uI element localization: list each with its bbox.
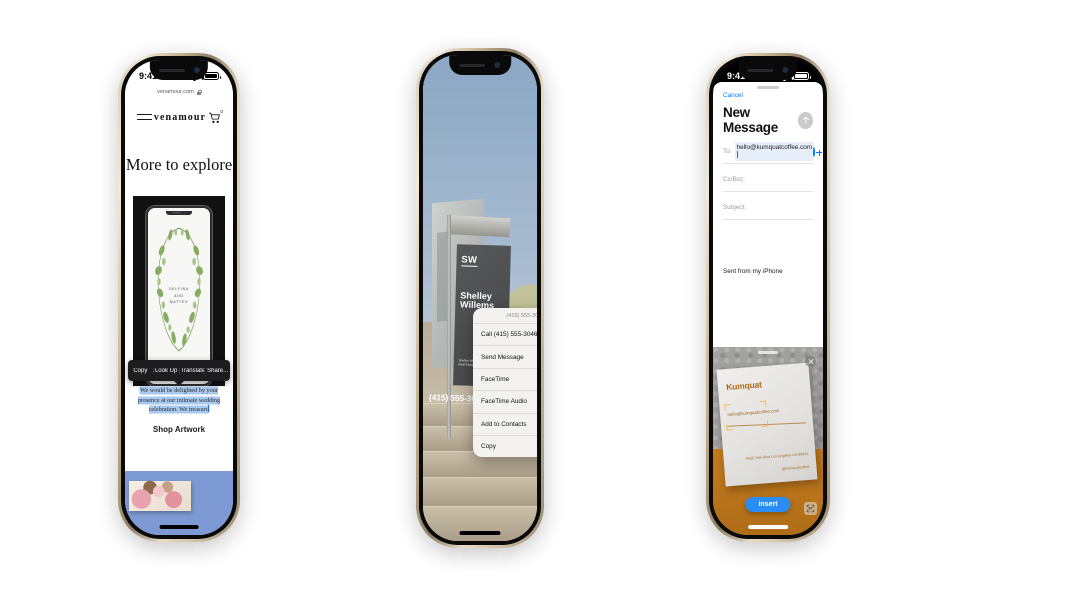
sign-arm [446,215,511,239]
selection-caret[interactable] [208,405,210,413]
phone3-screen: 9:41 Cancel New Message To: hello@kumqua… [713,60,823,535]
notch [149,60,209,80]
menu-item-add-to-contacts[interactable]: Add to Contacts [473,414,537,436]
subject-field-row[interactable]: Subject: [723,196,813,220]
speaker-grille [747,68,774,72]
scan-brackets [723,400,768,430]
document-scan-pane[interactable]: Kumquat hello@kumquatcoffee.com 4936 Yor… [713,347,823,535]
home-indicator[interactable] [748,525,788,529]
camera-viewfinder[interactable]: SW Shelley Willems Shelley Willems Real … [423,55,537,541]
menu-item-facetime-audio[interactable]: FaceTime Audio [473,391,537,414]
compose-sheet: Cancel New Message To: hello@kumquatcoff… [713,82,823,347]
lock-icon [196,89,202,95]
shop-artwork-link[interactable]: Shop Artwork [125,425,233,434]
phone1-screen: 9:41 venamour.com venamour 0 More to exp… [125,60,233,535]
text-context-menu[interactable]: Copy Look Up Translate Share... [128,360,230,381]
hamburger-menu-icon[interactable] [137,114,152,120]
text-cursor [737,151,739,158]
context-menu-translate[interactable]: Translate [180,367,206,374]
menu-item-facetime[interactable]: FaceTime [473,369,537,392]
to-field[interactable]: hello@kumquatcoffee.com [735,143,814,160]
send-arrow-icon[interactable] [798,111,813,129]
live-text-menu-header: (415) 555-3046 [473,308,537,324]
front-camera [494,62,501,68]
url-text: venamour.com [157,89,194,95]
safari-address-bar[interactable]: venamour.com [125,84,233,100]
context-menu-look-up[interactable]: Look Up [154,367,180,374]
menu-item-add-to-contacts-label: Add to Contacts [481,420,527,428]
menu-item-copy[interactable]: Copy [473,436,537,457]
subject-label: Subject: [723,204,747,211]
invite-name-2: MATTEO [169,300,189,305]
speaker-grille [459,63,486,67]
menu-item-copy-label: Copy [481,443,496,451]
page-title: New Message [723,105,778,135]
cc-bcc-label: Cc/Bcc: [723,176,746,183]
invite-name-and: AND [174,293,184,298]
live-text-scan-icon[interactable] [804,502,817,515]
site-header: venamour 0 [125,105,233,129]
home-indicator[interactable] [159,525,199,529]
card-address: 4936 York Blvd Los Angeles CA 90042 [745,451,809,461]
phone-camera-livetext: SW Shelley Willems Shelley Willems Real … [416,48,544,548]
email-signature[interactable]: Sent from my iPhone [723,268,783,275]
phone-safari-venamour: 9:41 venamour.com venamour 0 More to exp… [118,53,240,542]
to-field-row[interactable]: To: hello@kumquatcoffee.com [723,140,823,164]
live-text-menu[interactable]: (415) 555-3046 Call (415) 555-3046 Send … [473,308,537,458]
to-value: hello@kumquatcoffee.com [736,144,813,151]
insert-button[interactable]: insert [745,497,791,513]
sign-agent-name: Shelley Willems [460,289,494,309]
home-indicator[interactable] [459,531,501,535]
cancel-button[interactable]: Cancel [723,92,743,99]
selected-text-block[interactable]: We would be delighted by your presence a… [133,386,225,415]
phone2-screen: SW Shelley Willems Shelley Willems Real … [423,55,537,541]
page-heading: More to explore [125,155,233,174]
menu-item-facetime-label: FaceTime [481,375,510,383]
front-camera [193,67,200,73]
front-camera [782,67,789,73]
context-menu-share[interactable]: Share... [205,368,230,374]
menu-item-send-message[interactable]: Send Message [473,346,537,369]
to-label: To: [723,148,732,155]
menu-item-call[interactable]: Call (415) 555-3046 [473,324,537,347]
inner-phone-mockup: DELFINA AND MATTEO 09.21.2021 [146,206,212,386]
card-brand: Kumquat [725,378,762,392]
floral-image [129,481,191,511]
invite-name-1: DELFINA [169,286,189,291]
compose-header: New Message [723,105,813,135]
notch [738,60,798,80]
business-card: Kumquat hello@kumquatcoffee.com 4936 Yor… [716,362,818,486]
cc-bcc-field-row[interactable]: Cc/Bcc: [723,168,813,192]
menu-item-call-label: Call (415) 555-3046 [481,331,537,339]
site-logo[interactable]: venamour [154,112,206,123]
phone-mail-compose: 9:41 Cancel New Message To: hello@kumqua… [706,53,830,542]
screenshot-stage: 9:41 venamour.com venamour 0 More to exp… [0,0,1080,595]
notch [449,55,511,75]
invitation-names: DELFINA AND MATTEO [148,286,210,306]
close-icon[interactable] [805,356,816,367]
menu-item-send-message-label: Send Message [481,353,524,361]
menu-item-facetime-audio-label: FaceTime Audio [481,398,527,406]
plus-circle-icon[interactable] [813,146,823,157]
inner-notch [166,210,192,215]
cart-badge-count: 0 [220,108,223,114]
sign-post [446,215,451,439]
context-menu-copy[interactable]: Copy [128,367,154,374]
product-hero-panel: DELFINA AND MATTEO 09.21.2021 [133,196,225,386]
sheet-grabber[interactable] [757,86,779,89]
card-handle: @kumquatcoffee [781,464,810,471]
shopping-cart-icon[interactable]: 0 [208,108,223,124]
scan-grabber[interactable] [758,351,778,354]
sign-initials: SW [461,253,478,267]
speaker-grille [158,68,185,72]
